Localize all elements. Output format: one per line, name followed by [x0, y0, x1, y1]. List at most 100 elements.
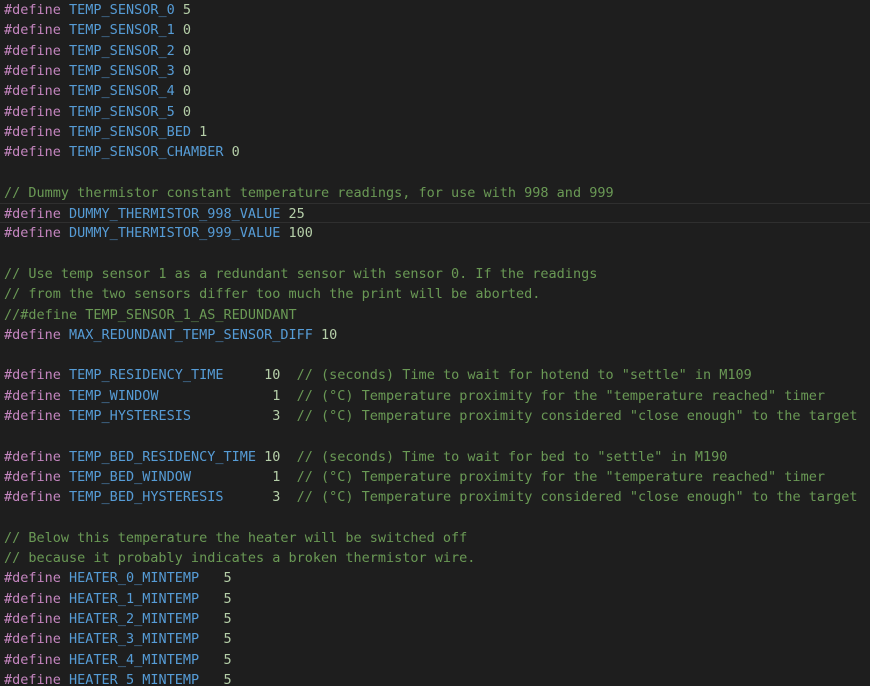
code-line-comment[interactable]: // Dummy thermistor constant temperature…	[0, 183, 870, 203]
code-line-define[interactable]: #define DUMMY_THERMISTOR_999_VALUE 100	[0, 223, 870, 243]
macro-name: TEMP_SENSOR_0	[69, 2, 175, 18]
macro-name: HEATER_1_MINTEMP	[69, 590, 200, 607]
macro-name: TEMP_SENSOR_1	[69, 22, 175, 39]
code-line-define[interactable]: #define MAX_REDUNDANT_TEMP_SENSOR_DIFF 1…	[0, 325, 870, 345]
comment-text: //#define TEMP_SENSOR_1_AS_REDUNDANT	[4, 306, 297, 323]
code-line-define[interactable]: #define TEMP_SENSOR_BED 1	[0, 122, 870, 142]
macro-name: TEMP_HYSTERESIS	[69, 408, 191, 424]
code-line-define[interactable]: #define TEMP_SENSOR_CHAMBER 0	[0, 142, 870, 162]
macro-value: 5	[223, 611, 232, 627]
preprocessor-directive: #define	[4, 103, 61, 120]
code-line-comment[interactable]: // Use temp sensor 1 as a redundant sens…	[0, 264, 870, 284]
macro-name: TEMP_BED_RESIDENCY_TIME	[69, 448, 256, 465]
macro-name: HEATER_2_MINTEMP	[69, 611, 200, 627]
macro-value: 5	[223, 631, 232, 648]
macro-name: HEATER_3_MINTEMP	[69, 631, 200, 648]
code-line-define[interactable]: #define TEMP_SENSOR_2 0	[0, 41, 870, 61]
code-line-blank[interactable]	[0, 345, 870, 365]
comment-text: // from the two sensors differ too much …	[4, 286, 541, 303]
macro-name: TEMP_BED_WINDOW	[69, 468, 191, 485]
macro-value: 0	[182, 22, 191, 39]
inline-comment: // (°C) Temperature proximity for the "t…	[280, 387, 825, 404]
code-line-define[interactable]: #define HEATER_5_MINTEMP 5	[0, 670, 870, 686]
preprocessor-directive: #define	[4, 123, 61, 140]
code-line-blank[interactable]	[0, 162, 870, 182]
code-line-comment[interactable]: // Below this temperature the heater wil…	[0, 528, 870, 548]
code-line-define[interactable]: #define TEMP_RESIDENCY_TIME 10 // (secon…	[0, 365, 870, 385]
code-line-define[interactable]: #define HEATER_3_MINTEMP 5	[0, 629, 870, 649]
inline-comment: // (°C) Temperature proximity for the "t…	[280, 468, 825, 485]
code-line-define[interactable]: #define TEMP_BED_HYSTERESIS 3 // (°C) Te…	[0, 487, 870, 507]
macro-value: 5	[223, 671, 232, 686]
macro-name: HEATER_5_MINTEMP	[69, 671, 200, 686]
code-editor[interactable]: #define TEMP_SENSOR_0 5 #define TEMP_SENS…	[0, 0, 870, 686]
macro-name: TEMP_BED_HYSTERESIS	[69, 489, 224, 506]
code-line-define[interactable]: #define HEATER_4_MINTEMP 5	[0, 650, 870, 670]
code-line-comment[interactable]: // because it probably indicates a broke…	[0, 548, 870, 568]
preprocessor-directive: #define	[4, 631, 61, 648]
code-line-define[interactable]: #define TEMP_SENSOR_0 5	[0, 0, 870, 20]
code-line-define[interactable]: #define TEMP_SENSOR_1 0	[0, 20, 870, 40]
macro-value: 0	[182, 62, 191, 79]
preprocessor-directive: #define	[4, 326, 61, 343]
code-line-define[interactable]: #define TEMP_SENSOR_4 0	[0, 81, 870, 101]
code-line-define[interactable]: #define TEMP_WINDOW 1 // (°C) Temperatur…	[0, 386, 870, 406]
code-line-define[interactable]: #define TEMP_HYSTERESIS 3 // (°C) Temper…	[0, 406, 870, 426]
preprocessor-directive: #define	[4, 62, 61, 79]
macro-value: 1	[199, 123, 208, 140]
code-line-define[interactable]: #define HEATER_1_MINTEMP 5	[0, 589, 870, 609]
macro-name: TEMP_RESIDENCY_TIME	[69, 367, 224, 384]
code-line-blank[interactable]	[0, 508, 870, 528]
macro-value: 10	[321, 326, 338, 343]
code-line-define[interactable]: #define TEMP_BED_RESIDENCY_TIME 10 // (s…	[0, 447, 870, 467]
code-line-define[interactable]: #define TEMP_BED_WINDOW 1 // (°C) Temper…	[0, 467, 870, 487]
code-line-define[interactable]: #define HEATER_2_MINTEMP 5	[0, 609, 870, 629]
inline-comment: // (seconds) Time to wait for bed to "se…	[280, 448, 728, 465]
code-line-define[interactable]: #define TEMP_SENSOR_3 0	[0, 61, 870, 81]
code-line-comment[interactable]: //#define TEMP_SENSOR_1_AS_REDUNDANT	[0, 305, 870, 325]
preprocessor-directive: #define	[4, 367, 61, 384]
macro-value: 5	[223, 590, 232, 607]
macro-name: DUMMY_THERMISTOR_999_VALUE	[69, 225, 281, 242]
macro-name: TEMP_SENSOR_BED	[69, 123, 191, 140]
macro-name: HEATER_4_MINTEMP	[69, 651, 200, 668]
macro-value: 5	[182, 2, 191, 18]
code-line-define[interactable]: #define HEATER_0_MINTEMP 5	[0, 568, 870, 588]
preprocessor-directive: #define	[4, 408, 61, 424]
code-line-define[interactable]: #define DUMMY_THERMISTOR_998_VALUE 25	[0, 203, 870, 224]
macro-value: 25	[288, 206, 305, 222]
preprocessor-directive: #define	[4, 387, 61, 404]
code-line-define[interactable]: #define TEMP_SENSOR_5 0	[0, 102, 870, 122]
code-line-blank[interactable]	[0, 244, 870, 264]
code-line-blank[interactable]	[0, 426, 870, 446]
macro-value: 5	[223, 651, 232, 668]
code-line-comment[interactable]: // from the two sensors differ too much …	[0, 284, 870, 304]
comment-text: // Use temp sensor 1 as a redundant sens…	[4, 265, 598, 282]
